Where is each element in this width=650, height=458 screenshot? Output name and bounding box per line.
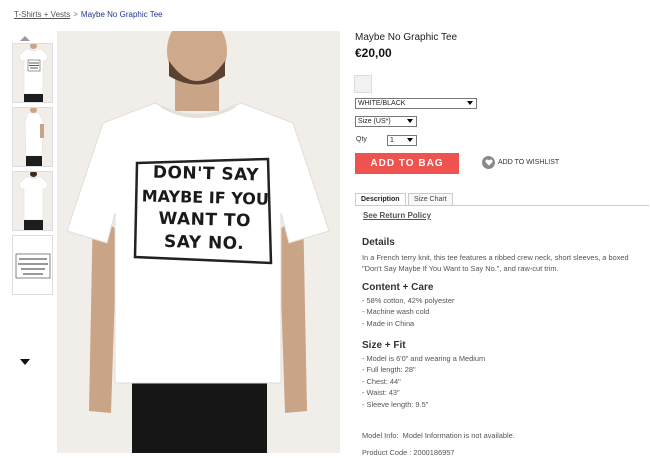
breadcrumb-current: Maybe No Graphic Tee: [80, 10, 163, 19]
size-select[interactable]: Size (US*): [355, 116, 417, 127]
add-to-wishlist-button[interactable]: ADD TO WISHLIST: [482, 156, 559, 169]
chevron-down-icon[interactable]: [20, 359, 30, 365]
color-swatch[interactable]: [354, 75, 372, 93]
tabs-divider: [355, 205, 649, 206]
size-fit-heading: Size + Fit: [362, 340, 406, 351]
return-policy-link[interactable]: See Return Policy: [363, 211, 431, 220]
thumbnail-2[interactable]: [12, 107, 53, 167]
size-fit-list: - Model is 6'0" and wearing a Medium - F…: [362, 353, 485, 410]
shirt-print-line: DON'T SAY: [152, 162, 260, 186]
thumbnail-4[interactable]: [12, 235, 53, 295]
list-item: - Made in China: [362, 318, 415, 328]
product-title: Maybe No Graphic Tee: [355, 32, 458, 43]
add-to-bag-button[interactable]: ADD TO BAG: [355, 153, 459, 174]
chevron-up-icon[interactable]: [20, 36, 30, 41]
thumbnail-3[interactable]: [12, 171, 53, 231]
size-select-value: Size (US*): [358, 118, 391, 125]
list-item: - Chest: 44": [362, 376, 401, 386]
color-select[interactable]: WHITE/BLACK: [355, 98, 477, 109]
list-item: - 58% cotton, 42% polyester: [362, 296, 455, 305]
list-item: - Machine wash cold: [362, 307, 430, 317]
details-heading: Details: [362, 237, 395, 248]
thumbnail-1[interactable]: [12, 43, 53, 103]
dropdown-arrow-icon: [467, 101, 473, 105]
wishlist-label: ADD TO WISHLIST: [498, 159, 560, 166]
shirt-print-line: MAYBE IF YOU: [141, 186, 270, 209]
dropdown-arrow-icon: [407, 119, 413, 123]
shirt-print-line: SAY NO.: [163, 231, 245, 255]
content-care-heading: Content + Care: [362, 282, 434, 293]
list-item: - Waist: 43": [362, 388, 400, 398]
shirt-print-line: WANT TO: [158, 208, 252, 232]
details-text: In a French terry knit, this tee feature…: [362, 253, 629, 274]
product-code: Product Code : 2000186957: [362, 448, 455, 457]
shirt-print-text: DON'T SAY MAYBE IF YOU WANT TO SAY NO.: [138, 161, 272, 256]
qty-select-value: 1: [390, 137, 394, 144]
qty-label: Qty: [356, 136, 367, 143]
content-care-list: - 58% cotton, 42% polyester - Machine wa…: [362, 295, 454, 329]
main-product-image: DON'T SAY MAYBE IF YOU WANT TO SAY NO.: [57, 31, 340, 453]
list-item: - Model is 6'0" and wearing a Medium: [362, 354, 486, 363]
heart-icon: [482, 156, 495, 169]
list-item: - Full length: 28": [362, 365, 416, 375]
product-price: €20,00: [355, 46, 392, 60]
qty-select[interactable]: 1: [387, 135, 417, 146]
tab-size-chart[interactable]: Size Chart: [408, 193, 453, 205]
dropdown-arrow-icon: [407, 138, 413, 142]
model-info: Model Info: Model Information is not ava…: [362, 431, 515, 440]
list-item: - Sleeve length: 9.5": [362, 399, 429, 409]
color-select-value: WHITE/BLACK: [358, 100, 406, 107]
breadcrumb-separator: >: [73, 10, 78, 19]
breadcrumb-link-category[interactable]: T-Shirts + Vests: [14, 10, 70, 19]
breadcrumb: T-Shirts + Vests > Maybe No Graphic Tee: [14, 10, 163, 19]
